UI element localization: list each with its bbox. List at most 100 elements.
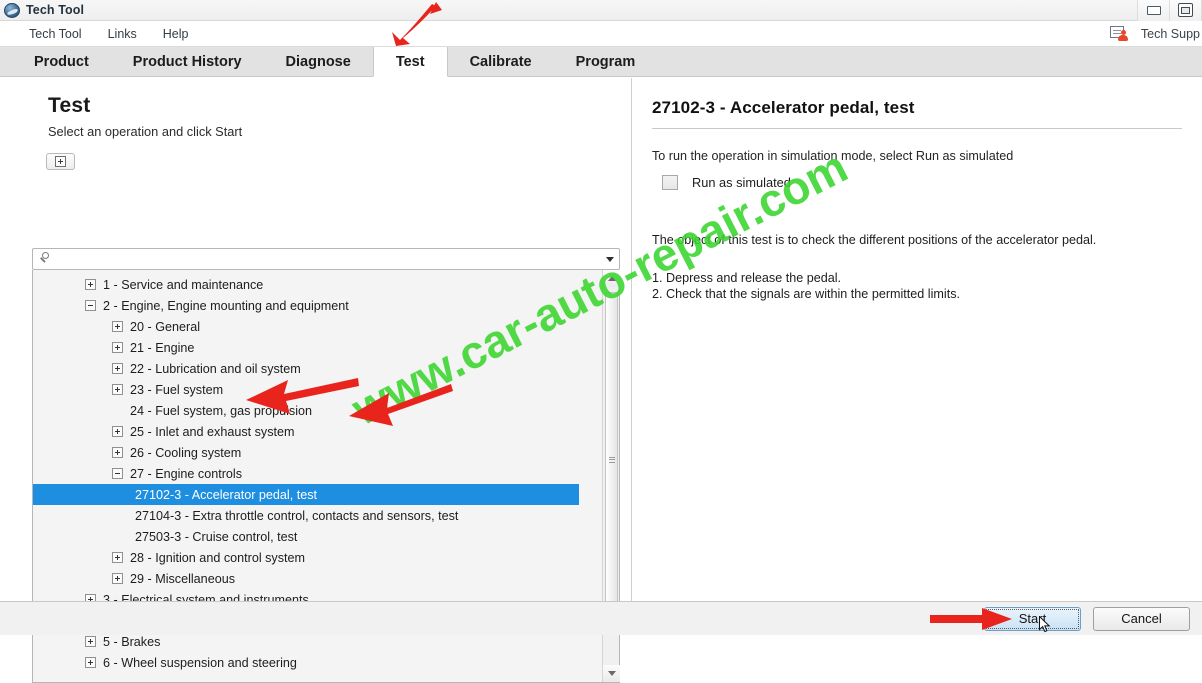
window-controls	[1137, 0, 1202, 21]
tab-test[interactable]: Test	[372, 47, 448, 77]
tree-item-label: 20 - General	[130, 319, 201, 334]
tech-support-icon	[1109, 26, 1129, 41]
tab-calibrate[interactable]: Calibrate	[448, 47, 554, 76]
tree-toggle-plus-icon[interactable]	[85, 279, 96, 290]
simulation-instruction: To run the operation in simulation mode,…	[652, 149, 1014, 163]
run-as-simulated-row[interactable]: Run as simulated	[662, 175, 1182, 190]
chevron-down-icon[interactable]	[601, 249, 619, 269]
tree-toggle-plus-icon[interactable]	[112, 447, 123, 458]
search-input[interactable]	[54, 250, 601, 268]
operation-title: 27102-3 - Accelerator pedal, test	[652, 98, 915, 117]
tree-item-label: 2 - Engine, Engine mounting and equipmen…	[103, 298, 349, 313]
tree-item-label: 27102-3 - Accelerator pedal, test	[135, 487, 318, 502]
tree-item-label: 5 - Brakes	[103, 634, 161, 649]
tree-item-label: 24 - Fuel system, gas propulsion	[130, 403, 312, 418]
expand-all-button[interactable]	[46, 153, 75, 170]
tree-item-label: 28 - Ignition and control system	[130, 550, 306, 565]
tree-toggle-plus-icon[interactable]	[112, 384, 123, 395]
restore-icon	[1178, 3, 1193, 17]
expand-all-icon	[55, 156, 66, 167]
content-area: Test Select an operation and click Start…	[0, 78, 1202, 683]
tree-toggle-plus-icon[interactable]	[112, 552, 123, 563]
app-globe-icon	[4, 2, 20, 18]
tree-toggle-plus-icon[interactable]	[112, 342, 123, 353]
start-button[interactable]: Start	[984, 606, 1081, 632]
tree-item[interactable]: 6 - Wheel suspension and steering	[33, 652, 602, 673]
tree-item[interactable]: 1 - Service and maintenance	[33, 274, 602, 295]
tree-item[interactable]: 26 - Cooling system	[33, 442, 602, 463]
tab-diagnose[interactable]: Diagnose	[264, 47, 373, 76]
operation-search-combo[interactable]	[32, 248, 620, 270]
tree-toggle-plus-icon[interactable]	[112, 573, 123, 584]
tab-product[interactable]: Product	[12, 47, 111, 76]
tree-item[interactable]: 27 - Engine controls	[33, 463, 602, 484]
title-bar: Tech Tool	[0, 0, 1202, 21]
run-as-simulated-checkbox[interactable]	[662, 175, 678, 190]
tree-item-label: 6 - Wheel suspension and steering	[103, 655, 297, 670]
scrollbar-thumb[interactable]	[605, 292, 618, 627]
operation-step: 1. Depress and release the pedal.	[652, 271, 842, 286]
tree-item-label: 21 - Engine	[130, 340, 195, 355]
run-as-simulated-label: Run as simulated	[692, 175, 791, 190]
operation-description: The object of this test is to check the …	[652, 233, 1097, 247]
scrollbar-grip-icon	[609, 456, 615, 463]
tree-toggle-none-icon	[112, 405, 123, 416]
tree-item-label: 27503-3 - Cruise control, test	[135, 529, 298, 544]
tree-item-label: 25 - Inlet and exhaust system	[130, 424, 295, 439]
tab-program[interactable]: Program	[554, 47, 658, 76]
page-title: Test	[48, 94, 91, 117]
scroll-up-icon[interactable]	[603, 270, 620, 287]
title-divider	[652, 128, 1182, 129]
tree-toggle-plus-icon[interactable]	[85, 636, 96, 647]
tree-item-label: 1 - Service and maintenance	[103, 277, 264, 292]
main-tab-bar: Product Product History Diagnose Test Ca…	[0, 47, 1202, 77]
tree-item-label: 26 - Cooling system	[130, 445, 242, 460]
tree-item[interactable]: 20 - General	[33, 316, 602, 337]
tree-toggle-plus-icon[interactable]	[112, 426, 123, 437]
tree-toggle-none-icon	[117, 489, 128, 500]
operation-detail-pane: 27102-3 - Accelerator pedal, test To run…	[632, 78, 1202, 601]
menu-item-links[interactable]: Links	[97, 24, 148, 44]
tech-support-label: Tech Supp	[1140, 26, 1200, 41]
tree-toggle-minus-icon[interactable]	[112, 468, 123, 479]
window-title: Tech Tool	[26, 3, 85, 17]
scroll-down-icon[interactable]	[603, 665, 620, 682]
tree-item[interactable]: 24 - Fuel system, gas propulsion	[33, 400, 602, 421]
tree-item[interactable]: 27503-3 - Cruise control, test	[33, 526, 602, 547]
tree-toggle-none-icon	[117, 531, 128, 542]
tree-toggle-plus-icon[interactable]	[112, 321, 123, 332]
restore-button[interactable]	[1169, 0, 1202, 21]
start-button-label: Start	[1018, 611, 1047, 626]
menu-item-help[interactable]: Help	[152, 24, 200, 44]
tree-item[interactable]: 23 - Fuel system	[33, 379, 602, 400]
tree-item[interactable]: 29 - Miscellaneous	[33, 568, 602, 589]
operation-steps: 1. Depress and release the pedal. 2. Che…	[652, 271, 1182, 302]
tree-item-label: 29 - Miscellaneous	[130, 571, 235, 586]
tree-item[interactable]: 21 - Engine	[33, 337, 602, 358]
tree-item[interactable]: 27104-3 - Extra throttle control, contac…	[33, 505, 602, 526]
search-icon	[38, 251, 54, 267]
tree-item[interactable]: 2 - Engine, Engine mounting and equipmen…	[33, 295, 602, 316]
menu-bar: Tech Tool Links Help Tech Supp	[0, 21, 1202, 47]
tree-toggle-minus-icon[interactable]	[85, 300, 96, 311]
tree-item-label: 27 - Engine controls	[130, 466, 243, 481]
tech-support-link[interactable]: Tech Supp	[1109, 26, 1200, 41]
page-subtitle: Select an operation and click Start	[48, 124, 243, 139]
tree-item-selected[interactable]: 27102-3 - Accelerator pedal, test	[33, 484, 579, 505]
tree-toggle-plus-icon[interactable]	[112, 363, 123, 374]
tree-item[interactable]: 28 - Ignition and control system	[33, 547, 602, 568]
cancel-button-label: Cancel	[1121, 611, 1162, 626]
tree-item-label: 27104-3 - Extra throttle control, contac…	[135, 508, 459, 523]
tree-item[interactable]: 22 - Lubrication and oil system	[33, 358, 602, 379]
menu-item-tech-tool[interactable]: Tech Tool	[18, 24, 93, 44]
tree-item[interactable]: 25 - Inlet and exhaust system	[33, 421, 602, 442]
minimize-button[interactable]	[1137, 0, 1169, 21]
tab-product-history[interactable]: Product History	[111, 47, 264, 76]
tree-item-label: 22 - Lubrication and oil system	[130, 361, 301, 376]
operation-selection-pane: Test Select an operation and click Start…	[0, 78, 632, 683]
operation-step: 2. Check that the signals are within the…	[652, 286, 960, 301]
tree-item-label: 23 - Fuel system	[130, 382, 224, 397]
dialog-footer: Start Cancel	[0, 601, 1202, 635]
tree-toggle-plus-icon[interactable]	[85, 657, 96, 668]
cancel-button[interactable]: Cancel	[1093, 606, 1190, 631]
